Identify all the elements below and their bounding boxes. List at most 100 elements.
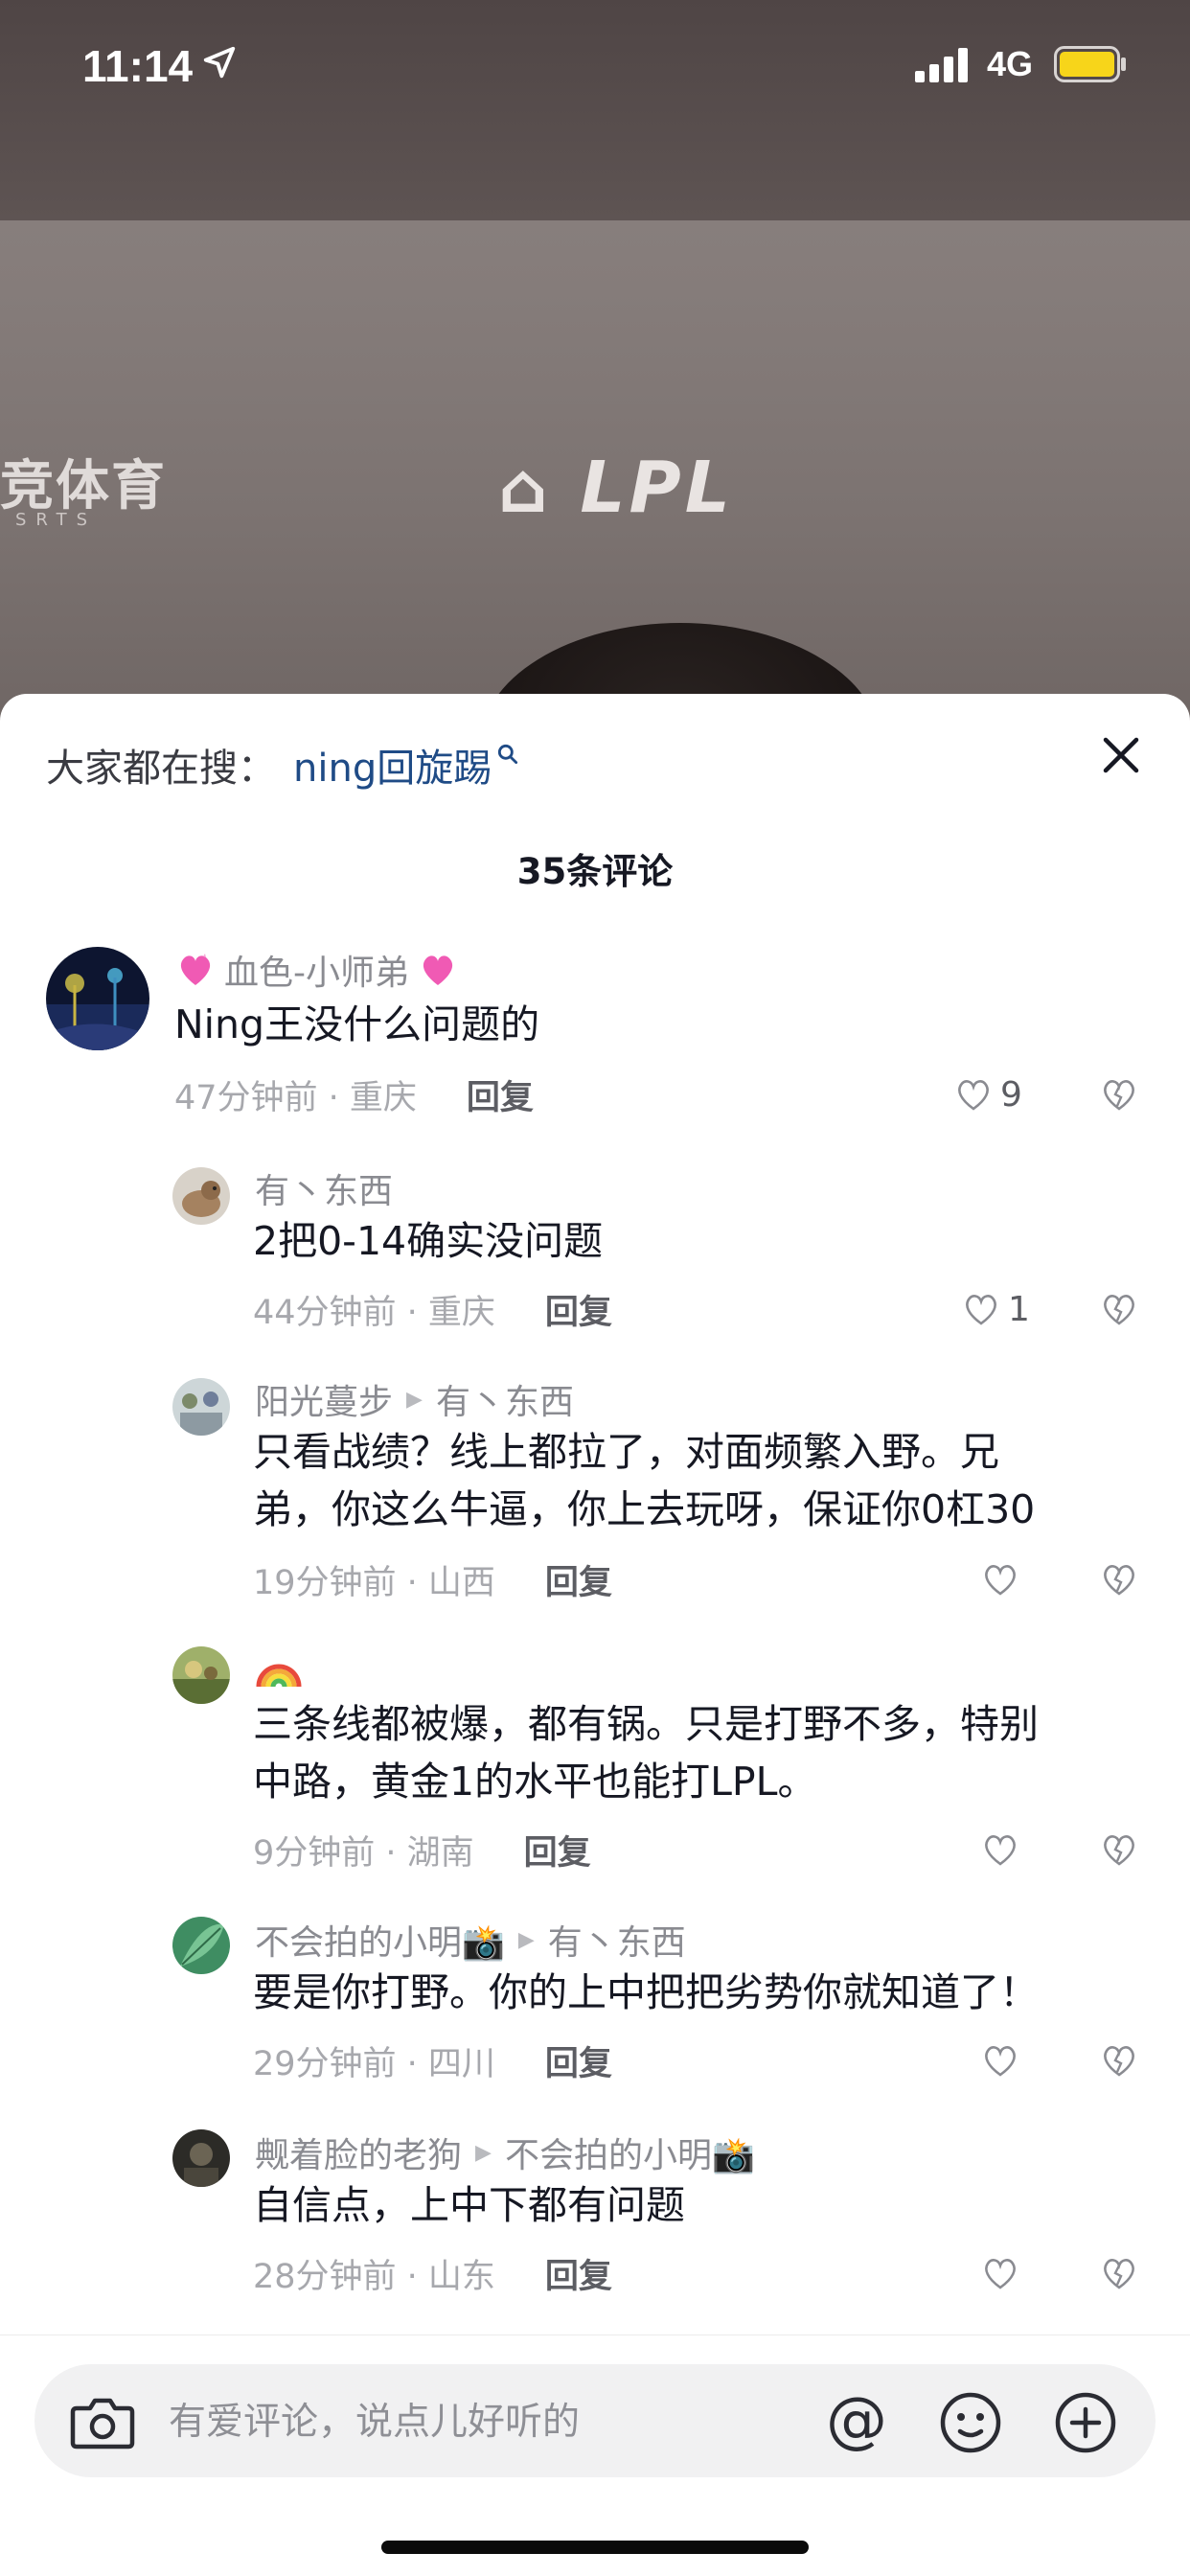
like-button[interactable] <box>981 2037 1019 2083</box>
close-icon[interactable] <box>1096 730 1146 780</box>
search-suggestion-term[interactable]: ning回旋踢 <box>293 737 492 793</box>
heart-icon <box>966 1295 996 1325</box>
reply-button[interactable]: 回复 <box>545 1285 612 1334</box>
avatar-group-photo-image <box>172 1378 230 1436</box>
reply-button[interactable]: 回复 <box>545 2036 612 2085</box>
comment-meta: 29分钟前 · 四川 回复 <box>253 2037 612 2083</box>
home-indicator[interactable] <box>381 2541 809 2554</box>
video-brand-left: 竞体育 <box>0 454 167 518</box>
dislike-button[interactable] <box>1100 1286 1138 1332</box>
comment-author[interactable]: 阳光蔓步 ▶ 有丶东西 <box>255 1376 574 1422</box>
lpl-logo-mark: ⌂ <box>498 448 552 528</box>
avatar-dark-photo-image <box>172 2129 230 2187</box>
mention-button[interactable]: @ <box>826 2389 887 2452</box>
avatar-night-lights-image <box>46 947 149 1050</box>
comment-author[interactable]: 血色-小师弟 <box>176 947 457 993</box>
broken-heart-icon <box>1104 1565 1134 1596</box>
comment-meta: 47分钟前 · 重庆 回复 <box>174 1071 534 1117</box>
heart-icon <box>985 1835 1016 1866</box>
broken-heart-icon <box>1104 1835 1134 1866</box>
avatar[interactable] <box>172 1378 230 1436</box>
comment-text: 要是你打野。你的上中把把劣势你就知道了！ <box>253 1969 1039 2015</box>
reply-arrow-icon: ▶ <box>475 2140 492 2165</box>
heart-icon <box>985 2046 1016 2077</box>
comment-input-bar: @ <box>0 2334 1190 2576</box>
comment-time-location: 47分钟前 · 重庆 <box>174 1078 417 1117</box>
comments-sheet: 大家都在搜： ning回旋踢 35条评论 血色-小师弟 Ning王没什么问题的 … <box>0 694 1190 2576</box>
sparkling-heart-icon <box>423 955 453 985</box>
comment-author[interactable]: 🌈 <box>255 1648 303 1694</box>
like-button[interactable]: 1 <box>962 1286 1030 1332</box>
comment-time-location: 9分钟前 · 湖南 <box>253 1833 474 1873</box>
comment-time-location: 19分钟前 · 山西 <box>253 1563 495 1602</box>
comment-text-line-2: 中路，黄金1的水平也能打LPL。 <box>253 1759 817 1805</box>
dislike-button[interactable] <box>1100 1827 1138 1873</box>
comment-author-name: 阳光蔓步 <box>255 1383 394 1422</box>
dislike-button[interactable] <box>1100 1071 1138 1117</box>
search-suggestion[interactable]: 大家都在搜： ning回旋踢 <box>46 736 520 794</box>
avatar-pet-image <box>172 1167 230 1225</box>
cellular-signal-icon <box>915 48 968 82</box>
comment-author[interactable]: 觍着脸的老狗 ▶ 不会拍的小明📸 <box>255 2129 755 2175</box>
dislike-button[interactable] <box>1100 1556 1138 1602</box>
comment-author[interactable]: 有丶东西 <box>255 1165 393 1211</box>
comment-text-line-1: 只看战绩？线上都拉了，对面频繁入野。兄 <box>253 1429 999 1475</box>
dislike-button[interactable] <box>1100 2037 1138 2083</box>
comment-input[interactable] <box>169 2397 744 2447</box>
reply-to-name[interactable]: 不会拍的小明📸 <box>505 2128 755 2177</box>
heart-icon <box>958 1080 989 1111</box>
dislike-button[interactable] <box>1100 2250 1138 2296</box>
reply-button[interactable]: 回复 <box>545 1555 612 1604</box>
comment-meta: 28分钟前 · 山东 回复 <box>253 2250 612 2296</box>
emoji-icon[interactable] <box>939 2391 1002 2454</box>
reply-button[interactable]: 回复 <box>467 1070 534 1119</box>
plus-circle-icon[interactable] <box>1054 2391 1117 2454</box>
broken-heart-icon <box>1104 1080 1134 1111</box>
comment-author-name: 有丶东西 <box>255 1172 394 1211</box>
reply-arrow-icon: ▶ <box>517 1927 535 1952</box>
comment-meta: 9分钟前 · 湖南 回复 <box>253 1827 591 1873</box>
sparkling-heart-icon <box>180 954 211 985</box>
avatar[interactable] <box>172 1646 230 1704</box>
avatar[interactable] <box>46 947 149 1050</box>
reply-to-name[interactable]: 有丶东西 <box>436 1374 574 1424</box>
like-count: 1 <box>1008 1289 1030 1329</box>
camera-icon[interactable] <box>69 2393 136 2450</box>
broken-heart-icon <box>1104 2046 1134 2077</box>
search-icon <box>498 744 518 765</box>
avatar[interactable] <box>172 1167 230 1225</box>
like-button[interactable] <box>981 1827 1019 1873</box>
broken-heart-icon <box>1104 1295 1134 1325</box>
comment-author[interactable]: 不会拍的小明📸 ▶ 有丶东西 <box>255 1917 686 1963</box>
comment-text: 自信点，上中下都有问题 <box>253 2182 685 2228</box>
heart-icon <box>985 1565 1016 1596</box>
network-type: 4G <box>987 44 1034 83</box>
comment-author-name: 不会拍的小明📸 <box>255 1923 505 1963</box>
status-bar: 11:14 4G <box>0 0 1190 134</box>
reply-to-name[interactable]: 有丶东西 <box>548 1915 686 1965</box>
like-button[interactable] <box>981 2250 1019 2296</box>
reply-arrow-icon: ▶ <box>406 1387 423 1412</box>
avatar[interactable] <box>172 2129 230 2187</box>
reply-button[interactable]: 回复 <box>545 2249 612 2298</box>
rainbow-icon <box>256 1664 302 1688</box>
status-time: 11:14 <box>82 41 194 91</box>
avatar-landscape-image <box>172 1646 230 1704</box>
at-icon: @ <box>826 2385 887 2456</box>
like-button[interactable] <box>981 1556 1019 1602</box>
like-button[interactable]: 9 <box>954 1071 1022 1117</box>
broken-heart-icon <box>1104 2259 1134 2289</box>
comment-input-pill[interactable]: @ <box>34 2364 1156 2477</box>
battery-icon <box>1054 46 1126 82</box>
video-brand-left-sub: SRTS <box>15 510 98 530</box>
avatar[interactable] <box>172 1917 230 1974</box>
comment-author-name: 血色-小师弟 <box>224 954 409 993</box>
search-suggestion-prefix: 大家都在搜： <box>46 747 276 791</box>
reply-button[interactable]: 回复 <box>524 1826 591 1874</box>
comment-time-location: 28分钟前 · 山东 <box>253 2257 495 2296</box>
comment-time-location: 44分钟前 · 重庆 <box>253 1293 495 1332</box>
comment-text: 2把0-14确实没问题 <box>253 1218 604 1264</box>
avatar-green-leaf-image <box>172 1917 230 1974</box>
location-arrow-icon <box>203 46 236 79</box>
comment-count-title: 35条评论 <box>516 851 674 892</box>
